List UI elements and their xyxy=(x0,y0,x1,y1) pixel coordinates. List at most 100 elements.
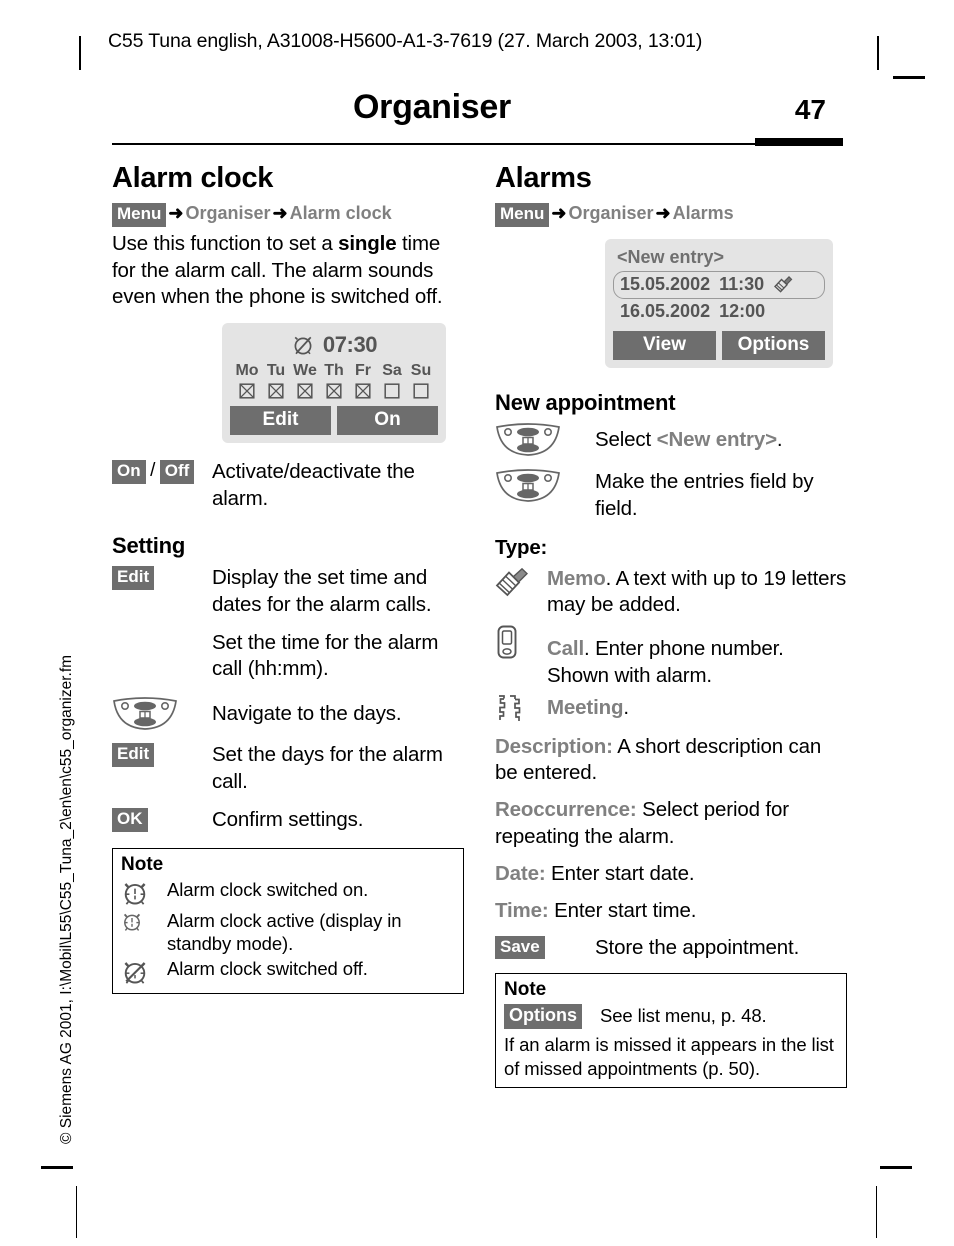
weekday-checkbox-checked[interactable] xyxy=(321,383,347,399)
nav-key-icon[interactable] xyxy=(495,468,595,503)
list-item-appointment[interactable]: 16.05.2002 12:00 xyxy=(613,299,825,324)
section-heading-alarms: Alarms xyxy=(495,162,592,194)
arrow-icon: ➜ xyxy=(168,203,184,223)
alarms-list-screen: <New entry> 15.05.2002 11:30 16.05.2002 … xyxy=(605,238,833,368)
breadcrumb-item-organiser[interactable]: Organiser xyxy=(568,203,653,223)
breadcrumb-item-alarm-clock[interactable]: Alarm clock xyxy=(290,203,392,223)
row-text-select-new-entry: Select <New entry>. xyxy=(595,422,847,454)
page-title: Organiser xyxy=(353,88,511,126)
crop-mark-top-right xyxy=(877,36,879,70)
header-rule-accent xyxy=(755,138,843,146)
weekday-checkbox-checked[interactable] xyxy=(263,383,289,399)
edit-key[interactable]: Edit xyxy=(112,565,155,590)
softkey-options[interactable]: Options xyxy=(722,330,825,360)
row-on-off: On / Off Activate/deactivate the alarm. xyxy=(112,459,464,513)
row-setting-set-time: Set the time for the alarm call (hh:mm). xyxy=(112,630,464,684)
page-header: Organiser 47 xyxy=(112,88,842,146)
arrow-icon: ➜ xyxy=(551,203,567,223)
breadcrumb-item-organiser[interactable]: Organiser xyxy=(185,203,270,223)
weekday-checkbox-unchecked[interactable] xyxy=(379,383,405,399)
note-box-alarms: Note Options See list menu, p. 48. If an… xyxy=(495,973,847,1088)
alarm-clock-screen: 07:30 Mo Tu We Th Fr Sa Su Edit On xyxy=(222,323,446,444)
row-setting-confirm: OK Confirm settings. xyxy=(112,807,464,834)
save-key[interactable]: Save xyxy=(495,935,545,960)
running-head: C55 Tuna english, A31008-H5600-A1-3-7619… xyxy=(108,30,703,52)
softkey-view[interactable]: View xyxy=(613,330,716,360)
field-date: Date: Enter start date. xyxy=(495,861,847,888)
menu-key[interactable]: Menu xyxy=(495,203,550,227)
weekday-checkbox-checked[interactable] xyxy=(234,383,260,399)
row-gutter-edit: Edit xyxy=(112,565,212,590)
row-save: Save Store the appointment. xyxy=(495,935,847,962)
breadcrumb-item-alarms[interactable]: Alarms xyxy=(673,203,734,223)
phone-icon xyxy=(495,625,547,659)
weekday-checkbox-unchecked[interactable] xyxy=(408,383,434,399)
type-desc-meeting: . xyxy=(623,695,629,719)
row-text-edit-days: Set the days for the alarm call. xyxy=(212,743,443,794)
row-gutter-nav-key xyxy=(495,468,595,503)
softkey-on[interactable]: On xyxy=(337,406,438,436)
row-text-on-off: Activate/deactivate the alarm. xyxy=(212,460,415,511)
crop-mark-bottom-right xyxy=(876,1186,878,1238)
note-row-alarm-active: Alarm clock active (display in standby m… xyxy=(121,909,455,955)
edit-key[interactable]: Edit xyxy=(112,743,155,768)
subsection-heading-type: Type: xyxy=(495,536,548,560)
field-label-date: Date: xyxy=(495,861,546,885)
alarm-time-value: 07:30 xyxy=(322,332,378,358)
note-text-options: See list menu, p. 48. xyxy=(600,1005,767,1027)
weekday-label: Su xyxy=(410,362,432,380)
crop-mark-right-bottom xyxy=(880,1166,912,1169)
subsection-heading-setting: Setting xyxy=(112,532,186,558)
weekday-label: Th xyxy=(324,362,344,380)
row-gutter-edit-days: Edit xyxy=(112,742,212,768)
alarm-clock-off-icon xyxy=(291,333,315,357)
row-gutter-meeting-icon xyxy=(495,693,547,724)
softkey-edit[interactable]: Edit xyxy=(230,406,331,436)
field-reoccurrence: Reoccurrence: Select period for repeatin… xyxy=(495,797,847,851)
alarm-time-row: 07:30 xyxy=(230,332,438,358)
nav-key-icon[interactable] xyxy=(112,697,212,731)
options-key[interactable]: Options xyxy=(504,1004,582,1030)
alarm-clock-off-icon xyxy=(121,957,167,986)
ok-key[interactable]: OK xyxy=(112,808,148,832)
crop-mark-left-bottom xyxy=(41,1166,73,1169)
crop-mark-bottom-left xyxy=(76,1186,78,1238)
alarm-screen-softkeys: Edit On xyxy=(230,406,438,436)
row-gutter-nav-key xyxy=(495,422,595,457)
field-label-time: Time: xyxy=(495,898,549,922)
field-description: Description: A short description can be … xyxy=(495,734,847,788)
off-key[interactable]: Off xyxy=(159,460,195,484)
arrow-icon: ➜ xyxy=(272,203,288,223)
weekday-label: Sa xyxy=(382,362,402,380)
row-gutter-empty xyxy=(112,630,212,631)
alarm-clock-active-icon xyxy=(121,909,167,934)
note-text-alarm-off: Alarm clock switched off. xyxy=(167,958,368,980)
list-item-new-entry[interactable]: <New entry> xyxy=(613,246,825,271)
field-text-date: Enter start date. xyxy=(545,861,695,885)
intro-paragraph: Use this function to set a single time f… xyxy=(112,231,464,312)
row-text-navigate: Navigate to the days. xyxy=(212,702,402,726)
menu-key[interactable]: Menu xyxy=(112,203,167,227)
section-heading-alarm-clock: Alarm clock xyxy=(112,162,274,194)
breadcrumb-alarms: Menu ➜ Organiser ➜ Alarms xyxy=(495,201,847,227)
weekday-label: We xyxy=(293,362,317,380)
field-label-description: Description: xyxy=(495,734,613,758)
row-text-confirm: Confirm settings. xyxy=(212,808,364,832)
note-text-alarm-on: Alarm clock switched on. xyxy=(167,878,369,900)
list-item-appointment-selected[interactable]: 15.05.2002 11:30 xyxy=(613,270,825,299)
nav-key-icon[interactable] xyxy=(495,422,595,457)
alarm-weekday-labels: Mo Tu We Th Fr Sa Su xyxy=(230,362,438,380)
note-row-alarm-off: Alarm clock switched off. xyxy=(121,957,455,986)
weekday-checkbox-checked[interactable] xyxy=(350,383,376,399)
row-text-type-memo: Memo. A text with up to 19 letters may b… xyxy=(547,566,847,618)
type-label-memo: Memo xyxy=(547,567,606,591)
appointment-date: 15.05.2002 xyxy=(620,273,711,294)
on-key[interactable]: On xyxy=(112,460,146,484)
row-type-memo: Memo. A text with up to 19 letters may b… xyxy=(495,566,847,618)
weekday-label: Fr xyxy=(355,362,371,380)
weekday-checkbox-checked[interactable] xyxy=(292,383,318,399)
row-type-meeting: Meeting. xyxy=(495,693,847,724)
memo-icon xyxy=(495,567,547,597)
memo-icon xyxy=(773,275,793,293)
row-text-type-meeting: Meeting. xyxy=(547,693,847,721)
